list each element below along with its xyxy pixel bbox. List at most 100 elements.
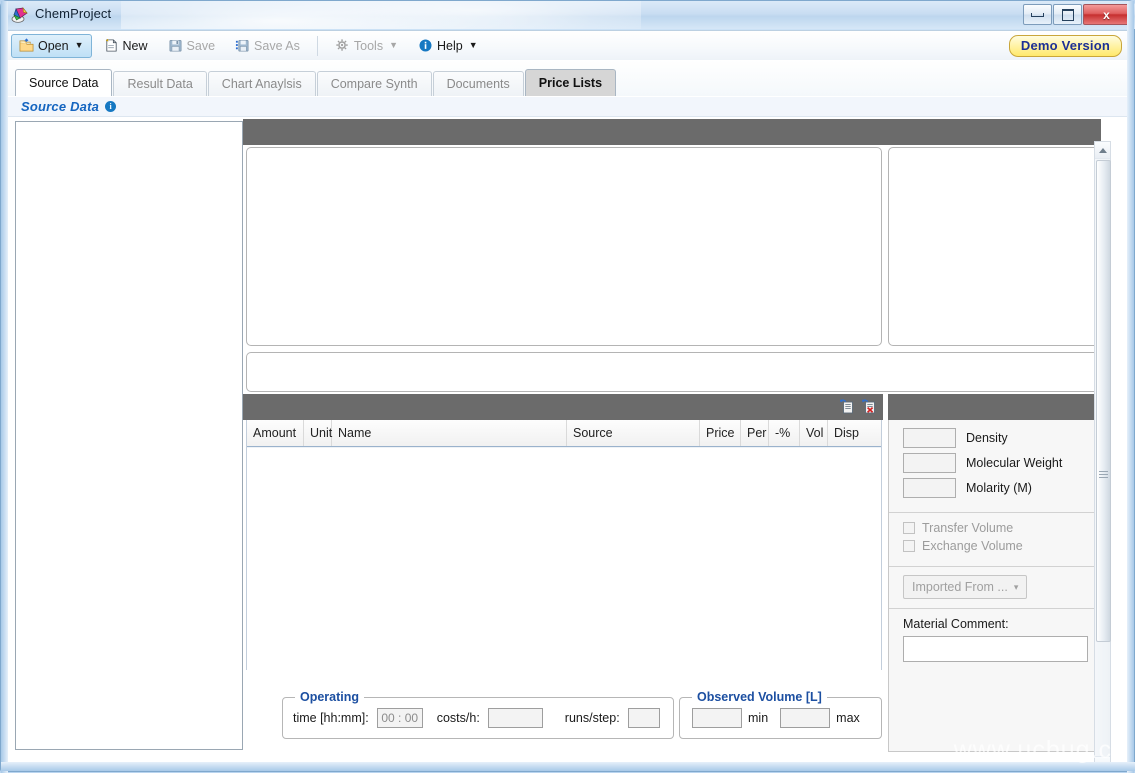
property-input-molarity-m-[interactable]	[903, 478, 956, 498]
table-column-source[interactable]: Source	[567, 420, 700, 446]
volume-options-section: Transfer Volume Exchange Volume	[889, 513, 1100, 567]
table-column-price[interactable]: Price	[700, 420, 741, 446]
operating-runs-input[interactable]	[628, 708, 660, 728]
open-folder-icon	[19, 38, 34, 53]
material-comment-input[interactable]	[903, 636, 1088, 662]
open-label: Open	[38, 39, 69, 53]
open-button[interactable]: Open ▼	[11, 34, 92, 58]
scroll-up-button[interactable]	[1095, 142, 1110, 159]
operating-runs-label: runs/step:	[565, 711, 620, 725]
window-controls: x	[1023, 4, 1130, 25]
material-comment-section: Material Comment:	[889, 609, 1100, 671]
observed-volume-max-input[interactable]	[780, 708, 830, 728]
structure-panel[interactable]	[246, 147, 882, 346]
maximize-button[interactable]	[1053, 4, 1082, 25]
table-column-%[interactable]: -%	[769, 420, 800, 446]
table-header-bar	[243, 394, 883, 420]
chevron-up-icon	[1099, 148, 1107, 153]
chevron-down-icon: ▼	[75, 41, 84, 50]
imported-from-label: Imported From ...	[912, 580, 1008, 594]
tools-button[interactable]: Tools ▼	[327, 34, 406, 58]
delete-row-icon[interactable]	[861, 398, 877, 414]
checkbox-label: Transfer Volume	[922, 521, 1013, 535]
property-input-molecular-weight[interactable]	[903, 453, 956, 473]
main-toolbar: Open ▼ New Save	[6, 30, 1131, 60]
numeric-properties-section: Density Molecular Weight Molarity (M)	[889, 420, 1100, 513]
import-section: Imported From ... ▾	[889, 567, 1100, 609]
property-row: Molarity (M)	[903, 478, 1100, 498]
observed-volume-groupbox: Observed Volume [L] min max	[679, 697, 882, 739]
checkbox-transfer-volume[interactable]	[903, 522, 915, 534]
table-column-disp[interactable]: Disp	[828, 420, 881, 446]
chevron-down-icon: ▾	[1014, 583, 1019, 592]
operating-groupbox: Operating time [hh:mm]: 00 : 00 costs/h:…	[282, 697, 674, 739]
checkbox-exchange-volume[interactable]	[903, 540, 915, 552]
table-column-amount[interactable]: Amount	[247, 420, 304, 446]
material-comment-label: Material Comment:	[903, 617, 1100, 631]
property-input-density[interactable]	[903, 428, 956, 448]
chevron-down-icon: ▼	[389, 41, 398, 50]
gear-icon	[335, 38, 350, 53]
tools-label: Tools	[354, 39, 383, 53]
scrollbar-thumb[interactable]	[1096, 160, 1111, 642]
observed-volume-title: Observed Volume [L]	[692, 690, 827, 704]
window-border-bottom	[1, 762, 1135, 771]
demo-version-badge: Demo Version	[1009, 35, 1122, 57]
close-icon: x	[1103, 9, 1110, 21]
table-column-per[interactable]: Per	[741, 420, 769, 446]
tab-compare-synth[interactable]: Compare Synth	[317, 71, 432, 97]
table-column-name[interactable]: Name	[332, 420, 567, 446]
observed-volume-min-input[interactable]	[692, 708, 742, 728]
title-bar: ChemProject x	[1, 1, 1135, 29]
save-as-button[interactable]: Save As	[227, 34, 308, 58]
operating-costs-label: costs/h:	[437, 711, 480, 725]
info-icon	[418, 38, 433, 53]
table-body[interactable]	[247, 447, 881, 670]
checkbox-row[interactable]: Exchange Volume	[903, 539, 1100, 553]
structure-side-panel[interactable]	[888, 147, 1101, 346]
new-button[interactable]: New	[96, 34, 156, 58]
add-row-icon[interactable]	[839, 398, 855, 414]
vertical-scrollbar[interactable]	[1094, 141, 1111, 764]
window-border-left	[1, 1, 8, 773]
formula-panel[interactable]	[246, 352, 1101, 392]
table-row-actions	[839, 398, 877, 414]
imported-from-button[interactable]: Imported From ... ▾	[903, 575, 1027, 599]
properties-header-bar	[888, 394, 1101, 420]
observed-volume-min-label: min	[748, 711, 768, 725]
help-button[interactable]: Help ▼	[410, 34, 486, 58]
source-data-tree[interactable]	[15, 121, 243, 750]
tab-result-data[interactable]: Result Data	[113, 71, 206, 97]
operating-title: Operating	[295, 690, 364, 704]
operating-time-label: time [hh:mm]:	[293, 711, 369, 725]
tab-chart-anaylsis[interactable]: Chart Anaylsis	[208, 71, 316, 97]
chevron-down-icon: ▼	[469, 41, 478, 50]
info-icon: i	[105, 101, 116, 112]
table-column-unit[interactable]: Unit	[304, 420, 332, 446]
checkbox-label: Exchange Volume	[922, 539, 1023, 553]
property-row: Density	[903, 428, 1100, 448]
materials-table[interactable]: AmountUnitNameSourcePricePer-%VolDisp	[246, 420, 882, 670]
page-title: Source Data	[21, 99, 99, 114]
operating-time-input[interactable]: 00 : 00	[377, 708, 423, 728]
close-button[interactable]: x	[1083, 4, 1130, 25]
new-document-icon	[104, 38, 119, 53]
operating-costs-input[interactable]	[488, 708, 543, 728]
save-as-disk-icon	[235, 38, 250, 53]
tab-documents[interactable]: Documents	[433, 71, 524, 97]
scrollbar-grip	[1099, 471, 1108, 477]
minimize-button[interactable]	[1023, 4, 1052, 25]
save-button[interactable]: Save	[160, 34, 224, 58]
table-header-row: AmountUnitNameSourcePricePer-%VolDisp	[247, 420, 881, 447]
gem-icon	[11, 6, 29, 24]
application-window: ChemProject x Open ▼	[0, 0, 1135, 772]
property-label: Molecular Weight	[966, 456, 1062, 470]
observed-volume-max-label: max	[836, 711, 860, 725]
table-column-vol[interactable]: Vol	[800, 420, 828, 446]
page-header: Source Data i	[7, 97, 1130, 117]
save-disk-icon	[168, 38, 183, 53]
tab-price-lists[interactable]: Price Lists	[525, 69, 616, 97]
tab-source-data[interactable]: Source Data	[15, 69, 112, 97]
checkbox-row[interactable]: Transfer Volume	[903, 521, 1100, 535]
top-dark-bar	[243, 119, 1101, 145]
